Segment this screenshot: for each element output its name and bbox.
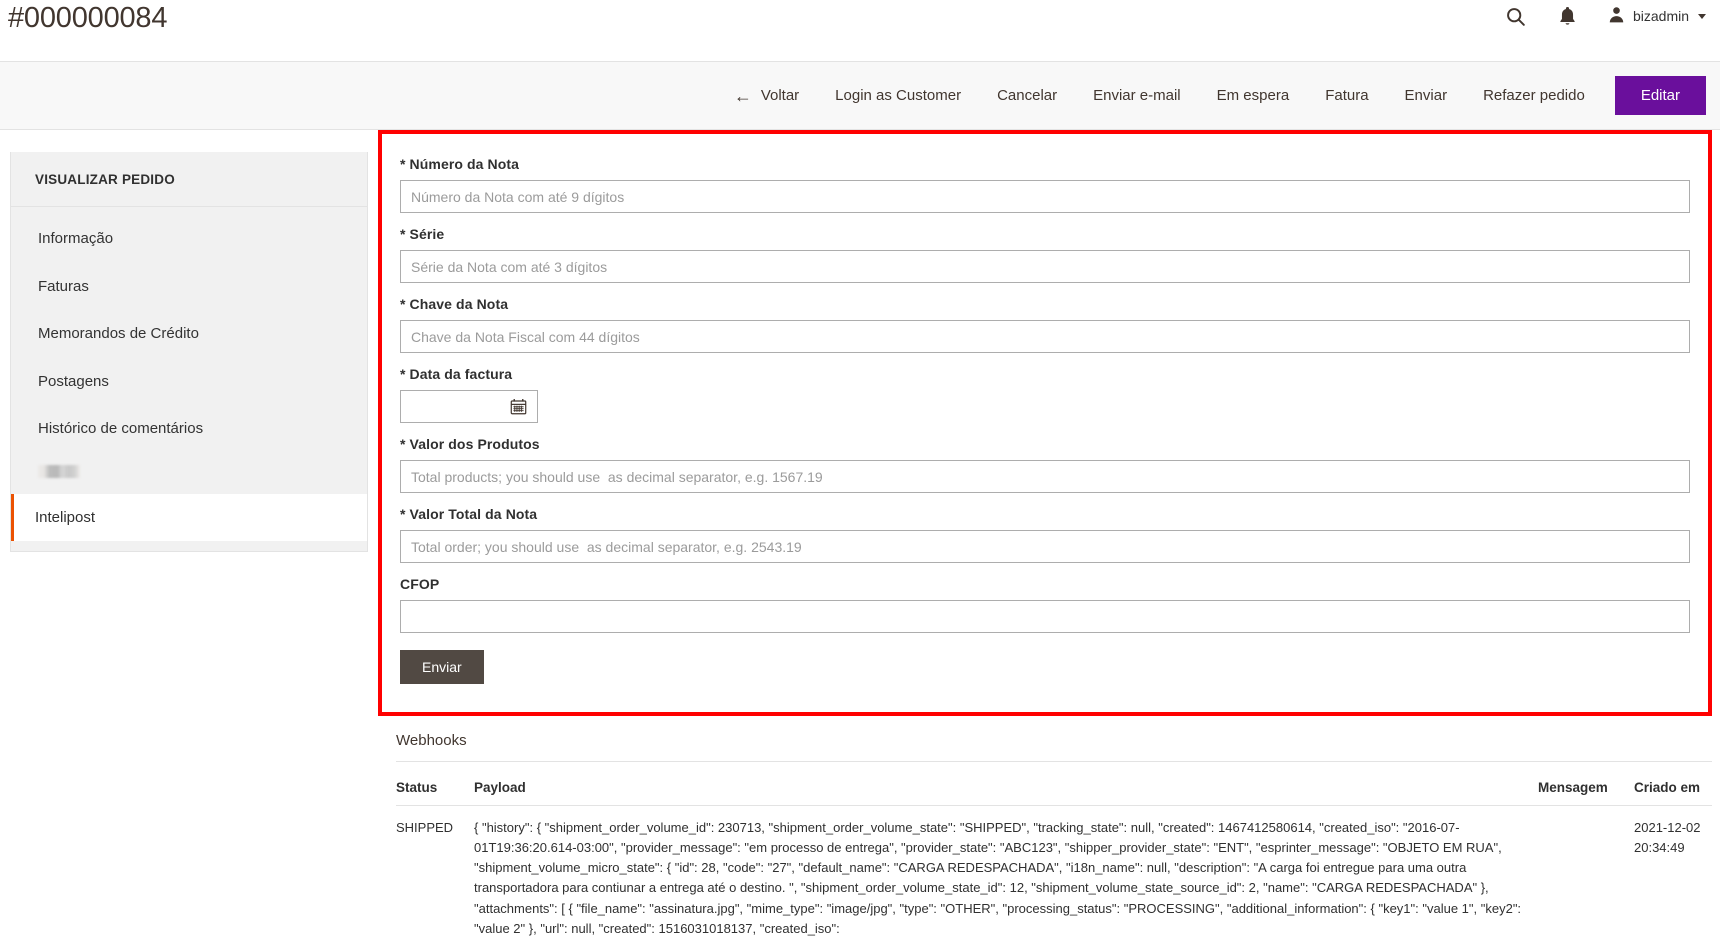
- admin-user-menu[interactable]: bizadmin: [1607, 5, 1706, 27]
- field-serie: * Série: [400, 226, 1690, 283]
- back-button-label: Voltar: [760, 87, 800, 104]
- input-data-da-factura[interactable]: [401, 391, 501, 422]
- sidebar-item-memorandos-de-credito[interactable]: Memorandos de Crédito: [11, 310, 367, 358]
- chevron-down-icon: [1698, 13, 1706, 19]
- label-chave-da-nota: * Chave da Nota: [400, 296, 509, 312]
- cell-criado-em: 2021-12-02 20:34:49: [1634, 820, 1701, 856]
- search-icon[interactable]: [1503, 3, 1529, 29]
- admin-user-name: bizadmin: [1632, 8, 1689, 24]
- header-actions: bizadmin: [1503, 3, 1706, 29]
- page-title: #000000084: [8, 2, 168, 34]
- label-valor-dos-produtos: * Valor dos Produtos: [400, 436, 540, 452]
- ship-button[interactable]: Enviar: [1387, 81, 1466, 110]
- input-serie[interactable]: [400, 250, 1690, 283]
- sidebar-title: VISUALIZAR PEDIDO: [11, 152, 367, 207]
- cell-mensagem: [1538, 806, 1634, 946]
- page-actions-toolbar: ← Voltar Login as Customer Cancelar Envi…: [0, 62, 1720, 130]
- send-email-button[interactable]: Enviar e-mail: [1075, 81, 1199, 110]
- page-header: #000000084 bizadmin: [0, 0, 1720, 62]
- cell-status: SHIPPED: [396, 820, 454, 835]
- sidebar-menu: Informação Faturas Memorandos de Crédito Po…: [11, 207, 367, 551]
- sidebar-item-label: Histórico de comentários: [38, 420, 204, 437]
- webhooks-section: Webhooks Status Payload Mensagem Criado …: [378, 716, 1712, 946]
- back-button[interactable]: ← Voltar: [716, 81, 817, 111]
- input-cfop[interactable]: [400, 600, 1690, 633]
- sidebar-item-redacted[interactable]: [11, 453, 367, 490]
- label-valor-total-da-nota: * Valor Total da Nota: [400, 506, 538, 522]
- edit-button[interactable]: Editar: [1614, 76, 1706, 115]
- bell-icon[interactable]: [1555, 3, 1581, 29]
- input-valor-total-da-nota[interactable]: [400, 530, 1690, 563]
- cancel-button[interactable]: Cancelar: [979, 81, 1075, 110]
- field-data-da-factura: * Data da factura: [400, 366, 1690, 423]
- hold-button[interactable]: Em espera: [1199, 81, 1308, 110]
- sidebar-item-label: Intelipost: [35, 508, 96, 526]
- sidebar-item-historico-de-comentarios[interactable]: Histórico de comentários: [11, 405, 367, 453]
- page-body: VISUALIZAR PEDIDO Informação Faturas Memor…: [0, 130, 1720, 945]
- label-data-da-factura: * Data da factura: [400, 366, 513, 382]
- sidebar-item-intelipost[interactable]: Intelipost: [11, 493, 367, 541]
- arrow-left-icon: ←: [733, 85, 752, 106]
- invoice-button[interactable]: Fatura: [1307, 81, 1386, 110]
- order-view-sidebar: VISUALIZAR PEDIDO Informação Faturas Memor…: [0, 130, 378, 552]
- field-numero-da-nota: * Número da Nota: [400, 156, 1690, 213]
- redacted-label: [38, 464, 80, 478]
- sidebar-item-label: Memorandos de Crédito: [38, 325, 199, 342]
- input-numero-da-nota[interactable]: [400, 180, 1690, 213]
- calendar-icon[interactable]: [501, 391, 535, 422]
- sidebar-item-label: Postagens: [38, 372, 109, 390]
- table-header-row: Status Payload Mensagem Criado em: [396, 780, 1712, 806]
- intelipost-invoice-form: * Número da Nota * Série * Chave da Nota * …: [378, 130, 1712, 716]
- user-avatar-icon: [1607, 5, 1626, 27]
- column-header-status: Status: [396, 780, 474, 806]
- sidebar-item-informacao[interactable]: Informação: [11, 215, 367, 263]
- sidebar-item-label: Informação: [38, 230, 114, 247]
- label-cfop: CFOP: [400, 576, 440, 592]
- sidebar-item-faturas[interactable]: Faturas: [11, 263, 367, 311]
- column-header-mensagem: Mensagem: [1538, 780, 1634, 806]
- field-chave-da-nota: * Chave da Nota: [400, 296, 1690, 353]
- cell-payload: { "history": { "shipment_order_volume_id…: [474, 820, 1522, 936]
- column-header-payload: Payload: [474, 780, 1538, 806]
- label-numero-da-nota: * Número da Nota: [400, 156, 520, 172]
- table-row: SHIPPED { "history": { "shipment_order_vo…: [396, 806, 1712, 946]
- date-picker-data-da-factura[interactable]: [400, 390, 538, 423]
- sidebar-item-postagens[interactable]: Postagens: [11, 358, 367, 406]
- label-serie: * Série: [400, 226, 445, 242]
- column-header-criado-em: Criado em: [1634, 780, 1712, 806]
- input-chave-da-nota[interactable]: [400, 320, 1690, 353]
- webhooks-table: Status Payload Mensagem Criado em SHIPPE…: [396, 780, 1712, 946]
- login-as-customer-button[interactable]: Login as Customer: [817, 81, 979, 110]
- main-content: * Número da Nota * Série * Chave da Nota * …: [378, 130, 1720, 946]
- field-valor-dos-produtos: * Valor dos Produtos: [400, 436, 1690, 493]
- webhooks-title: Webhooks: [396, 716, 1712, 762]
- field-valor-total-da-nota: * Valor Total da Nota: [400, 506, 1690, 563]
- field-cfop: CFOP: [400, 576, 1690, 633]
- reorder-button[interactable]: Refazer pedido: [1465, 81, 1603, 110]
- input-valor-dos-produtos[interactable]: [400, 460, 1690, 493]
- submit-invoice-button[interactable]: Enviar: [400, 650, 484, 684]
- sidebar-item-label: Faturas: [38, 277, 89, 295]
